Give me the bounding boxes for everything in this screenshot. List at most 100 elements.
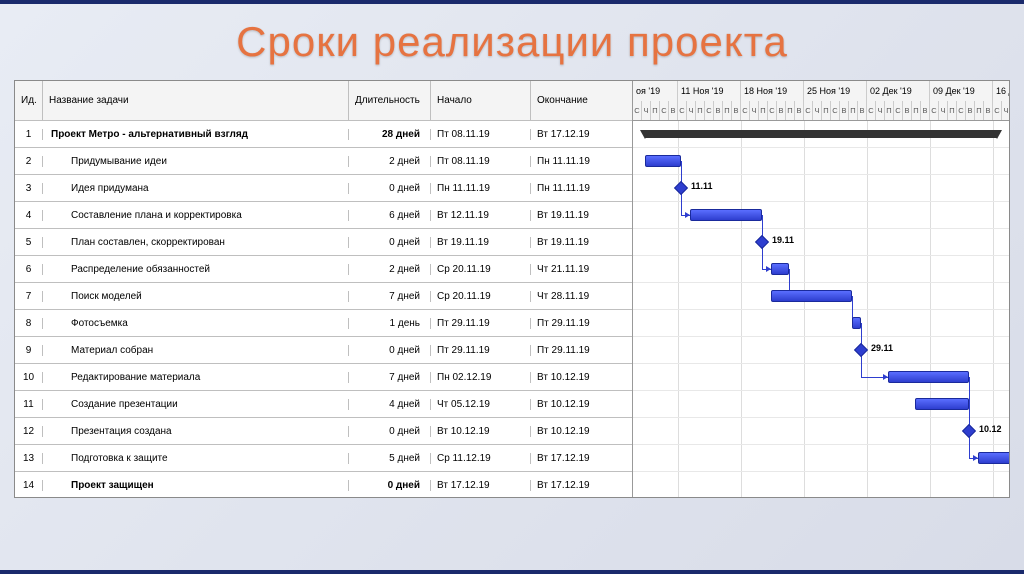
milestone-icon[interactable]	[674, 181, 688, 195]
table-row[interactable]: 14Проект защищен0 днейВт 17.12.19Вт 17.1…	[15, 472, 632, 498]
table-row[interactable]: 11Создание презентации4 днейЧт 05.12.19В…	[15, 391, 632, 418]
task-duration: 1 день	[349, 318, 431, 329]
task-bar[interactable]	[690, 209, 762, 221]
table-row[interactable]: 6Распределение обязанностей2 днейСр 20.1…	[15, 256, 632, 283]
task-end: Пт 29.11.19	[531, 345, 631, 356]
task-name: Создание презентации	[43, 399, 349, 410]
task-start: Пн 11.11.19	[431, 183, 531, 194]
day-header: Ч	[813, 101, 822, 121]
task-name: Придумывание идеи	[43, 156, 349, 167]
gantt-row: 17.12	[633, 472, 1009, 497]
day-header: Ч	[876, 101, 885, 121]
table-row[interactable]: 4Составление плана и корректировка6 дней…	[15, 202, 632, 229]
table-row[interactable]: 8Фотосъемка1 деньПт 29.11.19Пт 29.11.19	[15, 310, 632, 337]
task-bar[interactable]	[915, 398, 969, 410]
gantt-row	[633, 148, 1009, 175]
gantt-row	[633, 310, 1009, 337]
day-header: С	[633, 101, 642, 121]
table-row[interactable]: 10Редактирование материала7 днейПн 02.12…	[15, 364, 632, 391]
task-end: Пн 11.11.19	[531, 156, 631, 167]
task-id: 13	[15, 453, 43, 464]
week-header: 11 Ноя '19	[678, 81, 741, 101]
task-id: 7	[15, 291, 43, 302]
day-header: П	[849, 101, 858, 121]
gantt-row	[633, 445, 1009, 472]
task-start: Чт 05.12.19	[431, 399, 531, 410]
task-bar[interactable]	[852, 317, 861, 329]
task-start: Вт 19.11.19	[431, 237, 531, 248]
task-id: 9	[15, 345, 43, 356]
task-start: Пн 02.12.19	[431, 372, 531, 383]
milestone-icon[interactable]	[962, 424, 976, 438]
task-table: Ид. Название задачи Длительность Начало …	[15, 81, 633, 497]
table-row[interactable]: 1Проект Метро - альтернативный взгляд28 …	[15, 121, 632, 148]
week-header: 09 Дек '19	[930, 81, 993, 101]
task-id: 3	[15, 183, 43, 194]
col-duration: Длительность	[349, 81, 431, 120]
day-header: Ч	[750, 101, 759, 121]
task-duration: 7 дней	[349, 372, 431, 383]
task-id: 4	[15, 210, 43, 221]
task-start: Вт 12.11.19	[431, 210, 531, 221]
task-name: Поиск моделей	[43, 291, 349, 302]
summary-bar[interactable]	[645, 130, 997, 138]
week-header: оя '19	[633, 81, 678, 101]
table-row[interactable]: 9Материал собран0 днейПт 29.11.19Пт 29.1…	[15, 337, 632, 364]
day-header: Ч	[939, 101, 948, 121]
task-bar[interactable]	[645, 155, 681, 167]
task-name: Фотосъемка	[43, 318, 349, 329]
task-name: Идея придумана	[43, 183, 349, 194]
day-header: В	[669, 101, 678, 121]
table-row[interactable]: 3Идея придумана0 днейПн 11.11.19Пн 11.11…	[15, 175, 632, 202]
day-header: В	[840, 101, 849, 121]
task-duration: 7 дней	[349, 291, 431, 302]
day-header: В	[732, 101, 741, 121]
task-end: Вт 10.12.19	[531, 399, 631, 410]
table-row[interactable]: 7Поиск моделей7 днейСр 20.11.19Чт 28.11.…	[15, 283, 632, 310]
task-start: Ср 20.11.19	[431, 291, 531, 302]
task-duration: 2 дней	[349, 264, 431, 275]
table-row[interactable]: 5План составлен, скорректирован0 днейВт …	[15, 229, 632, 256]
task-bar[interactable]	[888, 371, 969, 383]
col-start: Начало	[431, 81, 531, 120]
week-header: 16 Дек '19	[993, 81, 1009, 101]
day-header: П	[696, 101, 705, 121]
milestone-icon[interactable]	[755, 235, 769, 249]
task-end: Вт 17.12.19	[531, 129, 631, 140]
table-row[interactable]: 12Презентация создана0 днейВт 10.12.19Вт…	[15, 418, 632, 445]
day-header: С	[741, 101, 750, 121]
day-header: Ч	[687, 101, 696, 121]
task-start: Ср 11.12.19	[431, 453, 531, 464]
day-header: С	[867, 101, 876, 121]
gantt-timeline: оя '1911 Ноя '1918 Ноя '1925 Ноя '1902 Д…	[633, 81, 1009, 497]
slide-title: Сроки реализации проекта	[0, 0, 1024, 72]
task-bar[interactable]	[771, 290, 852, 302]
task-id: 5	[15, 237, 43, 248]
task-end: Вт 17.12.19	[531, 453, 631, 464]
gantt-row: 19.11	[633, 229, 1009, 256]
task-end: Вт 19.11.19	[531, 210, 631, 221]
task-duration: 0 дней	[349, 345, 431, 356]
day-header: В	[858, 101, 867, 121]
task-end: Вт 10.12.19	[531, 426, 631, 437]
milestone-icon[interactable]	[854, 343, 868, 357]
task-duration: 28 дней	[349, 129, 431, 140]
gantt-row	[633, 256, 1009, 283]
table-header: Ид. Название задачи Длительность Начало …	[15, 81, 632, 121]
task-start: Пт 08.11.19	[431, 129, 531, 140]
gantt-row	[633, 121, 1009, 148]
task-name: Составление плана и корректировка	[43, 210, 349, 221]
table-row[interactable]: 13Подготовка к защите5 днейСр 11.12.19Вт…	[15, 445, 632, 472]
task-bar[interactable]	[978, 452, 1009, 464]
task-bar[interactable]	[771, 263, 789, 275]
day-header: П	[651, 101, 660, 121]
task-name: План составлен, скорректирован	[43, 237, 349, 248]
day-header: С	[993, 101, 1002, 121]
task-name: Проект Метро - альтернативный взгляд	[43, 129, 349, 140]
task-end: Пн 11.11.19	[531, 183, 631, 194]
day-header: С	[678, 101, 687, 121]
task-id: 2	[15, 156, 43, 167]
task-name: Распределение обязанностей	[43, 264, 349, 275]
task-name: Проект защищен	[43, 480, 349, 491]
table-row[interactable]: 2Придумывание идеи2 днейПт 08.11.19Пн 11…	[15, 148, 632, 175]
